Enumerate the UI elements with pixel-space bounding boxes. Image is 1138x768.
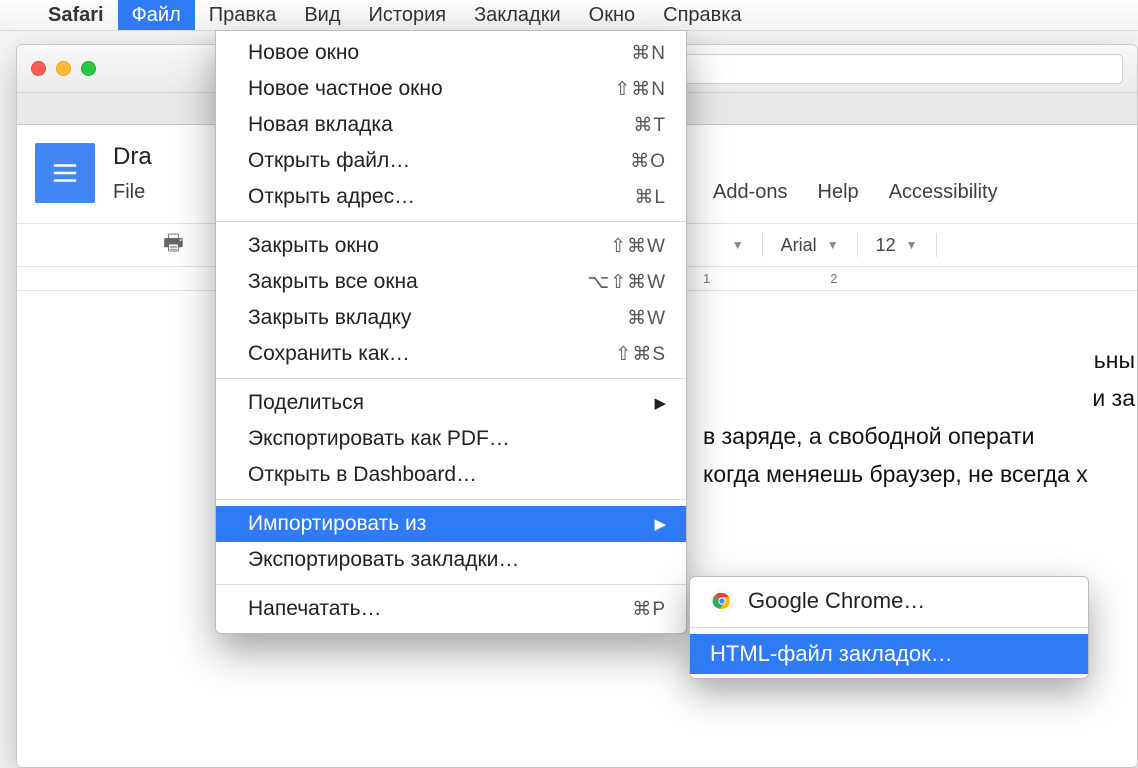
menu-shortcut: ⌘T — [633, 114, 666, 137]
menu-separator — [690, 627, 1088, 628]
menu-import-from[interactable]: Импортировать из ▶ — [216, 506, 686, 542]
chevron-down-icon: ▼ — [827, 238, 839, 252]
submenu-google-chrome[interactable]: Google Chrome… — [690, 581, 1088, 621]
docs-menu-file[interactable]: File — [113, 181, 145, 204]
menu-label: Новая вкладка — [248, 113, 393, 137]
submenu-label: Google Chrome… — [748, 588, 925, 614]
menu-separator — [216, 499, 686, 500]
toolbar-separator — [762, 233, 763, 257]
menu-separator — [216, 584, 686, 585]
menu-shortcut: ⌘P — [632, 598, 666, 621]
submenu-arrow-icon: ▶ — [654, 394, 666, 412]
doc-line: ьны — [703, 341, 1138, 379]
chevron-down-icon: ▼ — [906, 238, 918, 252]
google-docs-logo-icon[interactable] — [35, 143, 95, 203]
menu-label: Импортировать из — [248, 512, 426, 536]
menu-share[interactable]: Поделиться ▶ — [216, 385, 686, 421]
menubar-app-name[interactable]: Safari — [34, 0, 118, 30]
docs-menu-help[interactable]: Help — [818, 181, 859, 204]
menu-close-tab[interactable]: Закрыть вкладку ⌘W — [216, 300, 686, 336]
menubar-item-file[interactable]: Файл — [118, 0, 195, 30]
toolbar-separator — [857, 233, 858, 257]
menu-new-tab[interactable]: Новая вкладка ⌘T — [216, 107, 686, 143]
chrome-icon — [710, 589, 734, 613]
window-minimize-icon[interactable] — [56, 61, 71, 76]
ruler-mark: 2 — [830, 271, 837, 286]
menu-open-location[interactable]: Открыть адрес… ⌘L — [216, 179, 686, 215]
menubar-item-bookmarks[interactable]: Закладки — [460, 0, 575, 30]
menu-shortcut: ⌘O — [630, 150, 666, 173]
submenu-arrow-icon: ▶ — [654, 515, 666, 533]
import-from-submenu: Google Chrome… HTML-файл закладок… — [689, 576, 1089, 679]
submenu-label: HTML-файл закладок… — [710, 641, 953, 667]
window-controls — [31, 61, 96, 76]
menu-save-as[interactable]: Сохранить как… ⇧⌘S — [216, 336, 686, 372]
doc-line: в заряде, а свободной операти — [703, 417, 1138, 455]
menu-label: Напечатать… — [248, 597, 382, 621]
window-close-icon[interactable] — [31, 61, 46, 76]
submenu-html-bookmarks[interactable]: HTML-файл закладок… — [690, 634, 1088, 674]
menubar-item-window[interactable]: Окно — [575, 0, 649, 30]
menu-shortcut: ⌥⇧⌘W — [587, 271, 666, 294]
window-zoom-icon[interactable] — [81, 61, 96, 76]
menu-close-all-windows[interactable]: Закрыть все окна ⌥⇧⌘W — [216, 264, 686, 300]
font-size: 12 — [876, 235, 896, 256]
docs-menu-addons[interactable]: Add-ons — [713, 181, 788, 204]
menu-label: Открыть в Dashboard… — [248, 463, 477, 487]
macos-menubar: Safari Файл Правка Вид История Закладки … — [0, 0, 1138, 30]
menubar-item-view[interactable]: Вид — [290, 0, 354, 30]
font-dropdown[interactable]: Arial ▼ — [781, 235, 839, 256]
menu-close-window[interactable]: Закрыть окно ⇧⌘W — [216, 228, 686, 264]
print-icon[interactable]: 🖶 — [163, 226, 184, 264]
menu-label: Экспортировать закладки… — [248, 548, 519, 572]
menu-print[interactable]: Напечатать… ⌘P — [216, 591, 686, 627]
ruler-mark: 1 — [703, 271, 710, 286]
menu-open-dashboard[interactable]: Открыть в Dashboard… — [216, 457, 686, 493]
menu-shortcut: ⌘N — [631, 42, 666, 65]
menu-separator — [216, 378, 686, 379]
menu-label: Закрыть все окна — [248, 270, 418, 294]
menu-label: Новое окно — [248, 41, 359, 65]
menu-shortcut: ⌘W — [627, 307, 666, 330]
file-menu-dropdown: Новое окно ⌘N Новое частное окно ⇧⌘N Нов… — [215, 30, 687, 634]
menu-label: Открыть файл… — [248, 149, 410, 173]
menu-new-private-window[interactable]: Новое частное окно ⇧⌘N — [216, 71, 686, 107]
menu-label: Закрыть вкладку — [248, 306, 411, 330]
doc-line: когда меняешь браузер, не всегда х — [703, 455, 1138, 493]
menu-export-bookmarks[interactable]: Экспортировать закладки… — [216, 542, 686, 578]
menu-shortcut: ⇧⌘S — [615, 343, 666, 366]
menu-label: Открыть адрес… — [248, 185, 415, 209]
menu-shortcut: ⇧⌘N — [614, 78, 666, 101]
menu-shortcut: ⌘L — [634, 186, 666, 209]
menu-shortcut: ⇧⌘W — [610, 235, 666, 258]
menu-label: Поделиться — [248, 391, 364, 415]
menubar-item-help[interactable]: Справка — [649, 0, 755, 30]
toolbar-separator — [936, 233, 937, 257]
docs-menu-accessibility[interactable]: Accessibility — [889, 181, 998, 204]
menu-label: Закрыть окно — [248, 234, 379, 258]
menu-label: Сохранить как… — [248, 342, 410, 366]
menu-export-pdf[interactable]: Экспортировать как PDF… — [216, 421, 686, 457]
menu-label: Экспортировать как PDF… — [248, 427, 510, 451]
font-size-dropdown[interactable]: 12 ▼ — [876, 235, 918, 256]
menu-open-file[interactable]: Открыть файл… ⌘O — [216, 143, 686, 179]
doc-line: и за — [703, 379, 1138, 417]
menu-separator — [216, 221, 686, 222]
styles-dropdown-caret-icon[interactable]: ▼ — [732, 238, 744, 252]
font-name: Arial — [781, 235, 817, 256]
menu-new-window[interactable]: Новое окно ⌘N — [216, 35, 686, 71]
menubar-item-history[interactable]: История — [355, 0, 461, 30]
url-field[interactable] — [626, 54, 1123, 84]
menu-label: Новое частное окно — [248, 77, 443, 101]
menubar-item-edit[interactable]: Правка — [195, 0, 291, 30]
